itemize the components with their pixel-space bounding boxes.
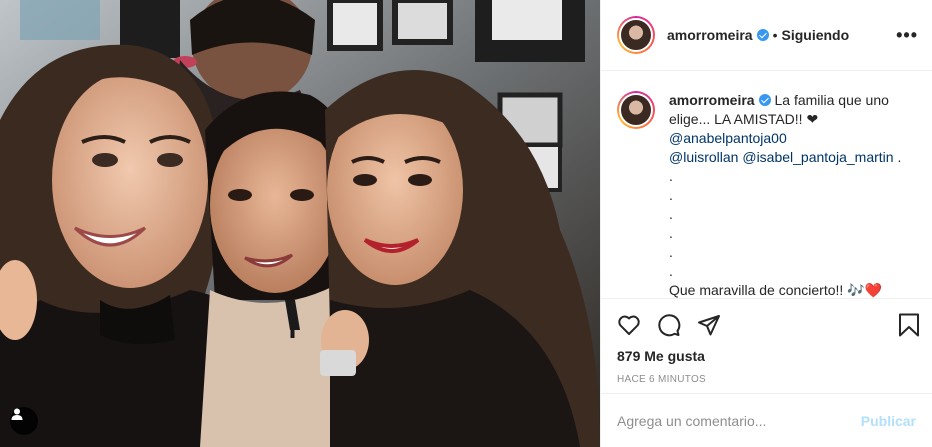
- mention-link[interactable]: @isabel_pantoja_martin: [742, 149, 893, 165]
- caption-text: amorromeira La familia que uno elige... …: [669, 91, 916, 298]
- caption-username[interactable]: amorromeira: [669, 92, 755, 108]
- caption-section: amorromeira La familia que uno elige... …: [601, 71, 932, 299]
- following-button[interactable]: Siguiendo: [782, 27, 850, 43]
- verified-badge-icon: [758, 94, 771, 106]
- comment-icon: [658, 314, 681, 337]
- caption-avatar[interactable]: [617, 91, 655, 129]
- author-avatar[interactable]: [617, 16, 655, 54]
- post-actions: 879 Me gusta HACE 6 MINUTOS: [601, 299, 932, 399]
- caption-first-line: amorromeira La familia que uno elige... …: [669, 91, 916, 129]
- user-tag-button[interactable]: [10, 407, 38, 435]
- caption-mention-line: @anabelpantoja00: [669, 129, 916, 148]
- heart-icon: [618, 315, 640, 335]
- post-sidebar: amorromeira • Siguiendo ••• amorromeira …: [600, 0, 932, 447]
- caption-closing: Que maravilla de concierto!! 🎶❤️: [669, 282, 883, 298]
- user-tag-icon: [11, 408, 23, 420]
- post-comment-button[interactable]: Publicar: [861, 413, 916, 429]
- share-icon: [698, 315, 720, 336]
- mention-link[interactable]: @luisrollan: [669, 149, 738, 165]
- caption-dot: .: [669, 244, 673, 260]
- photo-illustration: [0, 0, 600, 447]
- caption-mention-line: @luisrollan @isabel_pantoja_martin .: [669, 148, 916, 167]
- caption-dot: .: [669, 263, 673, 279]
- instagram-post: amorromeira • Siguiendo ••• amorromeira …: [0, 0, 932, 447]
- caption-dot: .: [669, 206, 673, 222]
- header-separator: •: [772, 27, 778, 43]
- save-button[interactable]: [880, 305, 920, 345]
- like-button[interactable]: [617, 305, 657, 345]
- author-avatar-image: [619, 18, 653, 52]
- more-options-icon[interactable]: •••: [896, 26, 918, 44]
- mention-link[interactable]: @anabelpantoja00: [669, 130, 787, 146]
- caption-dot: .: [669, 168, 673, 184]
- action-icons: [617, 305, 916, 345]
- caption-trailing-dot: .: [893, 149, 902, 165]
- verified-badge-icon: [756, 29, 769, 41]
- author-username[interactable]: amorromeira: [667, 27, 753, 43]
- caption-avatar-image: [619, 93, 653, 127]
- bookmark-icon: [899, 313, 919, 337]
- post-timestamp[interactable]: HACE 6 MINUTOS: [617, 374, 916, 385]
- caption-dot: .: [669, 187, 673, 203]
- like-count[interactable]: 879 Me gusta: [617, 348, 916, 364]
- comment-form: Publicar: [601, 393, 932, 447]
- post-photo[interactable]: [0, 0, 600, 447]
- share-button[interactable]: [697, 305, 737, 345]
- post-header: amorromeira • Siguiendo •••: [601, 0, 932, 71]
- comment-input[interactable]: [617, 412, 861, 429]
- caption-dot: .: [669, 225, 673, 241]
- comment-button[interactable]: [657, 305, 697, 345]
